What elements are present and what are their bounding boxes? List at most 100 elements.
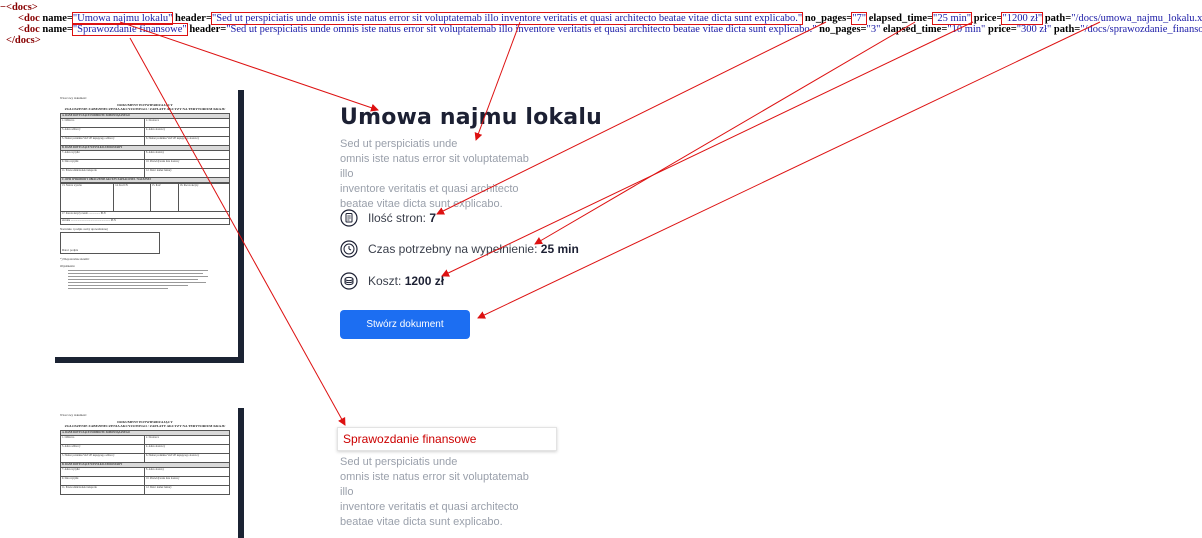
preview-table: A. DANE DOTYCZĄCE PODMIOTU ZOBOWIĄZANEGO…: [59, 430, 230, 495]
preview-cell: 4. Adres dostawcy: [144, 127, 230, 137]
xml-attr-header: "Sed ut perspiciatis unde omnis iste nat…: [210, 12, 804, 25]
document-preview-2: Wzorcowy dokument: DOKUMENT POTWIERDZAJĄ…: [59, 413, 230, 495]
xml-attr-key: path=: [1053, 24, 1081, 35]
xml-attr-key: elapsed_time=: [883, 24, 948, 35]
preview-table-items: 13. Nazwa wyrobu 14. Kod CN 15. Ilość 16…: [59, 183, 231, 225]
xml-attr-time: "10 min": [947, 24, 986, 35]
preview-cell: 14. Kod CN: [113, 183, 151, 212]
price-info: Koszt: 1200 zł: [340, 272, 444, 290]
clock-icon: [340, 240, 358, 258]
time-label: Czas potrzebny na wypełnienie:: [368, 242, 538, 256]
preview-cell: 5. Numer podatnika VAT UE kupującego odb…: [59, 453, 146, 463]
preview-cell: 8. Adres dostawy: [144, 467, 230, 477]
preview-cell: 13. Nazwa wyrobu: [59, 183, 115, 212]
description-line: inventore veritatis et quasi architecto: [340, 183, 519, 195]
preview-cell: 2. Dostawca: [144, 435, 230, 445]
preview-cell: 16. Kwota akcyzy: [177, 183, 231, 212]
description-line: inventore veritatis et quasi architecto: [340, 501, 519, 513]
preview-note: *) Niepotrzebne skreślić: [60, 257, 90, 261]
pages-label: Ilość stron:: [368, 211, 427, 225]
xml-tag: <doc: [18, 13, 40, 24]
description-line: Sed ut perspiciatis unde: [340, 456, 458, 468]
preview-cell: 12. Data i numer faktury: [144, 168, 230, 178]
document-title-input[interactable]: Sprawozdanie finansowe: [337, 427, 557, 451]
preview-cell: 3. Adres odbiorcy: [59, 444, 146, 454]
description-line: omnis iste natus error sit voluptatemab …: [340, 153, 529, 180]
preview-cell: 9. Data wysyłki: [59, 476, 146, 486]
preview-cell: 11. Przewoźnik/środek transportu: [59, 485, 146, 495]
xml-doc-line-2: <doc name="Sprawozdanie finansowe" heade…: [0, 23, 1202, 36]
preview-subheading: ZGŁOSZENIE ZABEZPIECZENIA AKCYZOWEGO / Z…: [64, 424, 226, 428]
xml-attr-name: "Umowa najmu lokalu": [71, 12, 174, 25]
description-line: beatae vitae dicta sunt explicabo.: [340, 516, 503, 528]
preview-cell: 15. Ilość: [149, 183, 179, 212]
xml-attr-key: header=: [175, 13, 212, 24]
preview-cell: 4. Adres dostawcy: [144, 444, 230, 454]
preview-cell: 8. Adres dostawy: [144, 150, 230, 160]
preview-cell: słownie ................................…: [60, 218, 230, 225]
xml-attr-key: name=: [42, 24, 73, 35]
xml-attr-pages: "7": [851, 12, 868, 25]
preview-signature-box: Data i podpis: [60, 232, 160, 254]
pages-info: Ilość stron: 7: [340, 209, 436, 227]
preview-cell: 3. Adres odbiorcy: [59, 127, 146, 137]
preview-explanations: Objaśnienia:: [60, 264, 76, 268]
coins-icon: [340, 272, 358, 290]
create-document-button[interactable]: Stwórz dokument: [340, 310, 470, 339]
xml-doc-line-1: <doc name="Umowa najmu lokalu" header="S…: [0, 12, 1202, 25]
preview-cell: 10. Przewidywana data dostawy: [144, 476, 230, 486]
description-line: omnis iste natus error sit voluptatemab …: [340, 471, 529, 498]
description-line: Sed ut perspiciatis unde: [340, 138, 458, 150]
xml-attr-key: header=: [189, 24, 227, 35]
xml-source: −<docs> <doc name="Umowa najmu lokalu" h…: [0, 2, 1202, 46]
xml-attr-time: "25 min": [932, 12, 973, 25]
preview-cell: 6. Numer podatnika VAT UE kupującego dos…: [144, 453, 230, 463]
document-description: Sed ut perspiciatis unde omnis iste natu…: [340, 137, 540, 212]
xml-root-open: −<docs>: [0, 2, 1202, 13]
preview-cell: 9. Data wysyłki: [59, 159, 146, 169]
document-icon: [340, 209, 358, 227]
preview-cell: 17. Kwota akcyzy razem .................…: [60, 211, 230, 219]
arrow-time-to-time: [534, 21, 916, 245]
preview-section: C. OPIS WYROBÓW I OBLICZENIE AKCYZY ZAPŁ…: [60, 177, 230, 183]
xml-attr-path: "/docs/umowa_najmu_lokalu.xml": [1071, 13, 1202, 24]
xml-attr-pages: "3": [866, 24, 881, 35]
arrow-path-to-button: [477, 21, 1101, 319]
preview-cell: 1. Odbiorca: [59, 118, 146, 128]
preview-cell: 5. Numer podatnika VAT UE kupującego odb…: [59, 136, 146, 146]
xml-attr-header: "Sed ut perspiciatis unde omnis iste nat…: [226, 24, 817, 35]
preview-cell: 2. Dostawca: [144, 118, 230, 128]
preview-cell: 11. Przewoźnik/środek transportu: [59, 168, 146, 178]
price-value: 1200 zł: [404, 274, 445, 288]
xml-attr-price: "1200 zł": [1001, 12, 1044, 25]
xml-attr-key: price=: [973, 13, 1003, 24]
xml-attr-key: elapsed_time=: [868, 13, 934, 24]
xml-attr-key: no_pages=: [804, 13, 853, 24]
document-title: Umowa najmu lokalu: [340, 105, 602, 130]
xml-attr-key: no_pages=: [819, 24, 867, 35]
time-value: 25 min: [540, 242, 579, 256]
document-description: Sed ut perspiciatis unde omnis iste natu…: [340, 455, 540, 530]
time-info: Czas potrzebny na wypełnienie: 25 min: [340, 240, 579, 258]
xml-root-close: </docs>: [0, 35, 1202, 46]
xml-attr-path: "/docs/sprawozdanie_finansowe.xml": [1080, 24, 1202, 35]
preview-explanation-lines: [60, 270, 230, 289]
pages-value: 7: [429, 211, 437, 225]
xml-attr-key: path=: [1044, 13, 1072, 24]
preview-signature: Nazwisko i podpis osoby upoważnionej: [60, 227, 108, 231]
preview-cell: 1. Odbiorca: [59, 435, 146, 445]
xml-attr-name: "Sprawozdanie finansowe": [71, 23, 188, 36]
preview-intro: Wzorcowy dokument:: [60, 413, 87, 417]
preview-date: Data i podpis: [62, 248, 78, 252]
preview-cell: 7. Adres wysyłki: [59, 150, 146, 160]
price-label: Koszt:: [368, 274, 402, 288]
preview-cell: 7. Adres wysyłki: [59, 467, 146, 477]
xml-tag: </docs>: [6, 35, 41, 46]
xml-attr-key: name=: [42, 13, 73, 24]
preview-subheading: ZGŁOSZENIE ZABEZPIECZENIA AKCYZOWEGO / Z…: [64, 107, 226, 111]
preview-cell: 12. Data i numer faktury: [144, 485, 230, 495]
preview-intro: Wzorcowy dokument:: [60, 96, 87, 100]
preview-cell: 10. Przewidywana data dostawy: [144, 159, 230, 169]
xml-attr-key: price=: [987, 24, 1017, 35]
document-preview-1: Wzorcowy dokument: DOKUMENT POTWIERDZAJĄ…: [59, 96, 231, 291]
